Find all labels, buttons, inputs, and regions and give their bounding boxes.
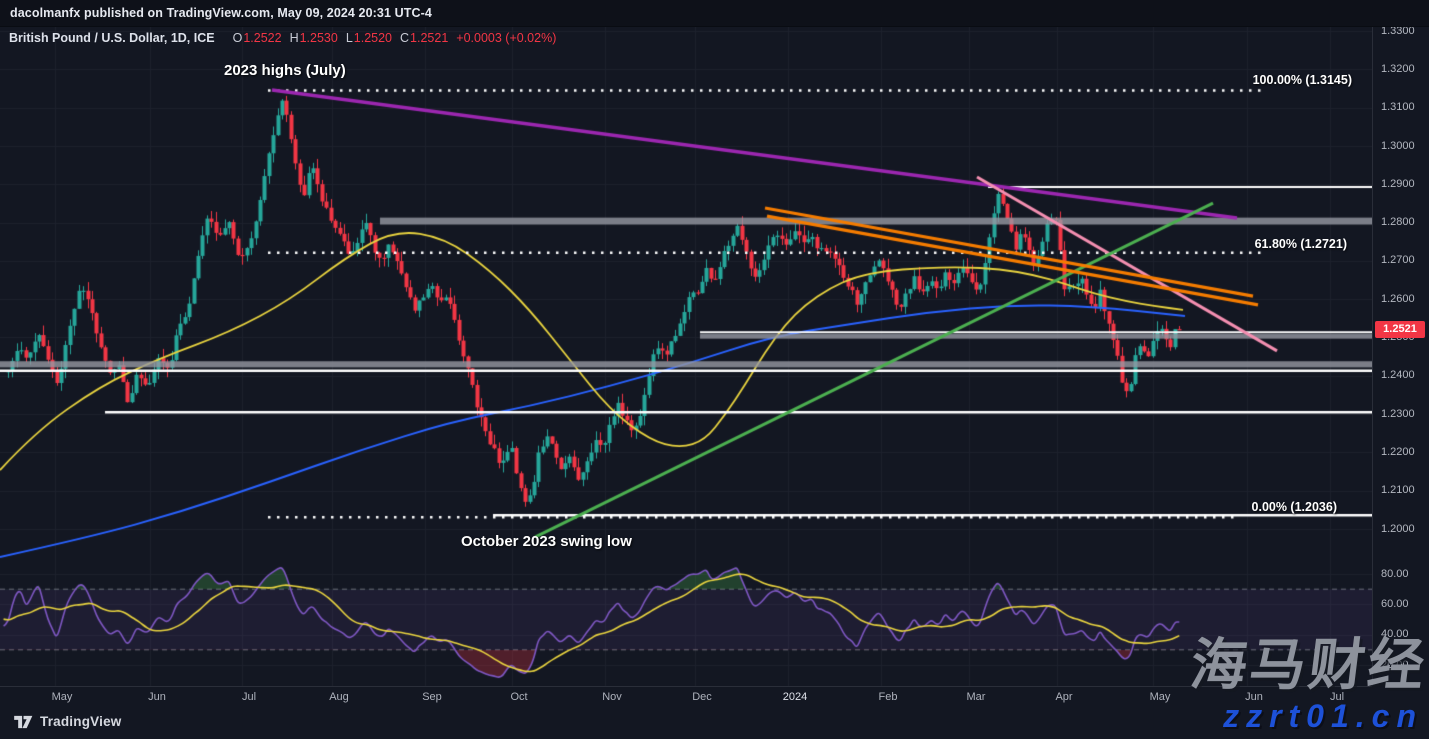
price-tick-label: 1.3200 — [1381, 63, 1415, 75]
fib-level-label: 100.00% (1.3145) — [1253, 73, 1352, 87]
price-tick-label: 1.2800 — [1381, 216, 1415, 228]
close-value: 1.2521 — [410, 31, 448, 45]
attribution-bar: dacolmanfx published on TradingView.com,… — [0, 0, 1429, 27]
open-value: 1.2522 — [243, 31, 281, 45]
fib-level-label: 0.00% (1.2036) — [1252, 500, 1337, 514]
price-tick-label: 1.3100 — [1381, 101, 1415, 113]
time-tick-label: Apr — [1055, 691, 1072, 703]
time-tick-label: Oct — [510, 691, 527, 703]
time-tick-label: Dec — [692, 691, 712, 703]
high-label: H — [290, 31, 299, 45]
rsi-tick-label: 60.00 — [1381, 598, 1409, 610]
chart-canvas[interactable] — [0, 0, 1372, 706]
price-tick-label: 1.2600 — [1381, 293, 1415, 305]
time-tick-label: Feb — [879, 691, 898, 703]
tradingview-footer: TradingView — [14, 714, 121, 729]
price-tick-label: 1.3000 — [1381, 140, 1415, 152]
open-label: O — [233, 31, 243, 45]
time-tick-label: May — [52, 691, 73, 703]
low-label: L — [346, 31, 353, 45]
rsi-tick-label: 80.00 — [1381, 568, 1409, 580]
annotation-october-swing-low: October 2023 swing low — [461, 533, 632, 550]
price-tick-label: 1.2000 — [1381, 523, 1415, 535]
tradingview-chart-page: dacolmanfx published on TradingView.com,… — [0, 0, 1429, 739]
time-tick-label: 2024 — [783, 691, 807, 703]
last-price-badge: 1.2521 — [1375, 321, 1425, 338]
time-axis[interactable]: May Jun Jul Aug Sep Oct Nov Dec 2024 Feb Mar Apr May… — [0, 686, 1372, 708]
time-tick-label: Jun — [148, 691, 166, 703]
price-axis[interactable]: 1.33001.32001.31001.30001.29001.28001.27… — [1372, 26, 1429, 686]
watermark-chinese-brand: 海马财经 — [1187, 634, 1429, 696]
close-label: C — [400, 31, 409, 45]
symbol-title[interactable]: British Pound / U.S. Dollar, 1D, ICE — [9, 31, 215, 45]
change-value: +0.0003 (+0.02%) — [456, 31, 556, 45]
price-tick-label: 1.2200 — [1381, 446, 1415, 458]
annotation-2023-highs: 2023 highs (July) — [224, 62, 346, 79]
fib-level-label: 61.80% (1.2721) — [1255, 237, 1347, 251]
time-tick-label: Mar — [967, 691, 986, 703]
tradingview-wordmark[interactable]: TradingView — [40, 714, 121, 729]
time-tick-label: Nov — [602, 691, 622, 703]
tradingview-logo-icon[interactable] — [14, 715, 33, 729]
time-tick-label: May — [1150, 691, 1171, 703]
low-value: 1.2520 — [354, 31, 392, 45]
price-tick-label: 1.2100 — [1381, 484, 1415, 496]
time-tick-label: Aug — [329, 691, 349, 703]
high-value: 1.2530 — [300, 31, 338, 45]
price-tick-label: 1.2400 — [1381, 369, 1415, 381]
time-tick-label: Jul — [242, 691, 256, 703]
price-tick-label: 1.2700 — [1381, 254, 1415, 266]
watermark-site-url: zzrt01.cn — [1223, 698, 1423, 735]
attribution-text: dacolmanfx published on TradingView.com,… — [10, 6, 432, 20]
price-tick-label: 1.2300 — [1381, 408, 1415, 420]
symbol-header: British Pound / U.S. Dollar, 1D, ICE O1.… — [9, 31, 556, 45]
price-tick-label: 1.2900 — [1381, 178, 1415, 190]
time-tick-label: Sep — [422, 691, 442, 703]
